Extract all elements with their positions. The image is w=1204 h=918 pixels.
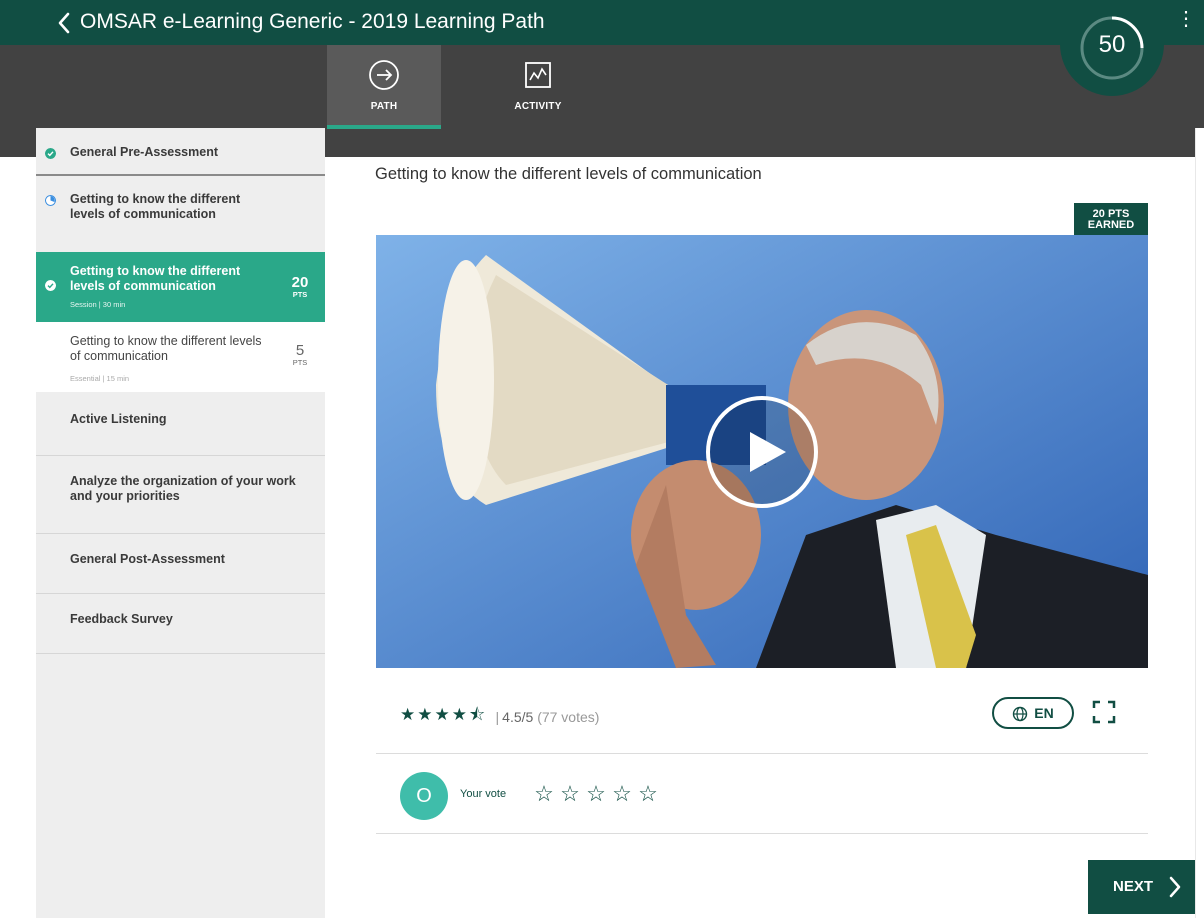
- avatar: O: [400, 772, 448, 820]
- chevron-right-icon: [1169, 876, 1181, 898]
- points-value: 20: [291, 274, 309, 291]
- next-label: NEXT: [1113, 878, 1154, 895]
- earned-label: EARNED: [1087, 219, 1135, 231]
- subitem-points: 5 PTS: [285, 342, 315, 367]
- sidebar-item-label: Feedback Survey: [70, 612, 173, 626]
- sidebar-item-active-listening[interactable]: Active Listening: [36, 392, 325, 456]
- sidebar-item-label: Active Listening: [70, 412, 167, 426]
- sidebar-subitem-session[interactable]: Getting to know the different levels of …: [36, 252, 325, 322]
- left-margin: [0, 157, 36, 918]
- score-value: 50: [1098, 31, 1126, 58]
- subitem-meta: Session | 30 min: [70, 300, 126, 309]
- sidebar-item-label: General Pre-Assessment: [70, 145, 218, 159]
- progress-circle-icon: [45, 195, 56, 206]
- activity-chart-icon: [525, 62, 551, 88]
- sidebar-item-label: General Post-Assessment: [70, 552, 225, 566]
- rating-votes: (77 votes): [537, 708, 600, 725]
- sidebar-item-organization[interactable]: Analyze the organization of your work an…: [36, 456, 325, 534]
- check-circle-icon: [45, 280, 56, 291]
- right-edge: [1195, 128, 1204, 918]
- next-button[interactable]: NEXT: [1088, 860, 1199, 914]
- tab-path-label: PATH: [370, 101, 398, 112]
- left-gutter: [0, 45, 36, 157]
- fullscreen-icon[interactable]: [1092, 700, 1116, 724]
- sidebar-item-post-assessment[interactable]: General Post-Assessment: [36, 534, 325, 594]
- rating-stars-icon: ★★★★⯪: [400, 705, 488, 724]
- back-button[interactable]: [52, 9, 76, 37]
- sidebar-item-levels-of-communication[interactable]: Getting to know the different levels of …: [36, 176, 325, 252]
- sidebar-subitem-essential[interactable]: Getting to know the different levels of …: [36, 322, 325, 392]
- more-options-icon[interactable]: ⋮: [1176, 9, 1196, 34]
- rating-text: | 4.5/5 (77 votes): [496, 709, 600, 725]
- rating-value: 4.5/5: [502, 708, 534, 725]
- sidebar-item-label: Analyze the organization of your work an…: [70, 474, 296, 503]
- tab-activity-label: ACTIVITY: [514, 101, 562, 112]
- check-circle-icon: [45, 148, 56, 159]
- vote-stars[interactable]: ☆ ☆ ☆ ☆ ☆: [531, 781, 661, 807]
- sidebar: General Pre-Assessment Getting to know t…: [36, 128, 325, 918]
- app-title: OMSAR e-Learning Generic - 2019 Learning…: [80, 10, 545, 33]
- globe-icon: [1013, 707, 1028, 722]
- points-unit: PTS: [292, 358, 308, 367]
- vote-star-3-icon[interactable]: ☆: [583, 781, 609, 807]
- content-title: Getting to know the different levels of …: [375, 165, 762, 183]
- tab-path[interactable]: PATH: [327, 45, 441, 129]
- points-value: 5: [295, 342, 305, 359]
- rating-separator: |: [495, 708, 500, 725]
- vote-star-4-icon[interactable]: ☆: [609, 781, 635, 807]
- video-player[interactable]: [376, 235, 1148, 668]
- subitem-title: Getting to know the different levels of …: [70, 264, 241, 293]
- sidebar-item-feedback-survey[interactable]: Feedback Survey: [36, 594, 325, 654]
- subitem-points: 20 PTS: [285, 274, 315, 299]
- chevron-left-icon: [58, 12, 70, 34]
- points-unit: PTS: [292, 290, 308, 299]
- language-button[interactable]: EN: [992, 697, 1074, 729]
- arrow-circle-right-icon: [369, 60, 399, 90]
- vote-star-2-icon[interactable]: ☆: [557, 781, 583, 807]
- rating-summary: ★★★★⯪ | 4.5/5 (77 votes): [400, 702, 600, 725]
- subitem-title: Getting to know the different levels of …: [70, 334, 262, 363]
- subitem-meta: Essential | 15 min: [70, 374, 130, 383]
- language-code: EN: [1034, 705, 1054, 721]
- sidebar-item-pre-assessment[interactable]: General Pre-Assessment: [36, 128, 325, 176]
- tab-activity[interactable]: ACTIVITY: [481, 45, 595, 129]
- divider: [376, 753, 1148, 754]
- sidebar-item-label: Getting to know the different levels of …: [70, 192, 241, 221]
- your-vote-label: Your vote: [460, 788, 507, 800]
- points-earned-badge: 20 PTS EARNED: [1074, 203, 1148, 239]
- vote-star-1-icon[interactable]: ☆: [531, 781, 557, 807]
- divider: [376, 833, 1148, 834]
- play-icon[interactable]: [706, 396, 818, 508]
- vote-star-5-icon[interactable]: ☆: [635, 781, 661, 807]
